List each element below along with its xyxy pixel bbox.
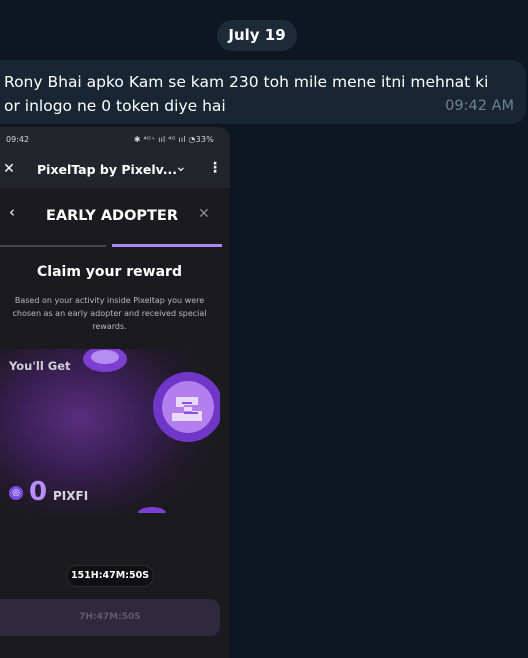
reward-card: You'll Get ◎ 0 PIXFI	[0, 349, 220, 513]
app-bar: ✕ PixelTap by Pixelv... ⌄ ⋮	[0, 152, 230, 188]
kebab-menu-icon[interactable]: ⋮	[208, 160, 222, 176]
claim-button[interactable]: 7H:47M:50S	[0, 599, 220, 636]
progress-step-1	[0, 245, 106, 247]
reward-amount: 0	[29, 477, 48, 507]
modal-title: EARLY ADOPTER	[46, 208, 178, 224]
early-adopter-modal: ‹ EARLY ADOPTER ✕ Claim your reward Base…	[0, 188, 230, 658]
claim-description: Based on your activity inside Pixeltap y…	[12, 296, 207, 331]
message-bubble[interactable]: Rony Bhai apko Kam se kam 230 toh mile m…	[0, 60, 526, 124]
chevron-left-icon[interactable]: ‹	[9, 203, 15, 221]
status-icons: ✱ ⁴ᴳ⁺ ııl ⁴ᴳ ııl ◔33%	[133, 135, 214, 144]
message-time: 09:42 AM	[445, 98, 514, 114]
claim-title: Claim your reward	[37, 264, 182, 280]
date-separator: July 19	[217, 20, 297, 51]
app-title: PixelTap by Pixelv...	[37, 162, 178, 177]
attached-screenshot[interactable]: 09:42 ✱ ⁴ᴳ⁺ ııl ⁴ᴳ ııl ◔33% ✕ PixelTap b…	[0, 127, 230, 658]
reward-label: You'll Get	[9, 359, 71, 373]
pixfi-token-icon: ◎	[9, 486, 23, 500]
message-text: Rony Bhai apko Kam se kam 230 toh mile m…	[4, 73, 489, 115]
status-time: 09:42	[6, 135, 30, 144]
close-icon[interactable]: ✕	[2, 161, 16, 177]
chevron-down-icon[interactable]: ⌄	[175, 159, 187, 175]
countdown-timer: 151H:47M:50S	[66, 565, 154, 587]
progress-step-2	[112, 244, 222, 247]
status-bar: 09:42 ✱ ⁴ᴳ⁺ ııl ⁴ᴳ ııl ◔33%	[0, 127, 230, 152]
reward-symbol: PIXFI	[53, 489, 89, 503]
close-icon[interactable]: ✕	[198, 206, 210, 222]
